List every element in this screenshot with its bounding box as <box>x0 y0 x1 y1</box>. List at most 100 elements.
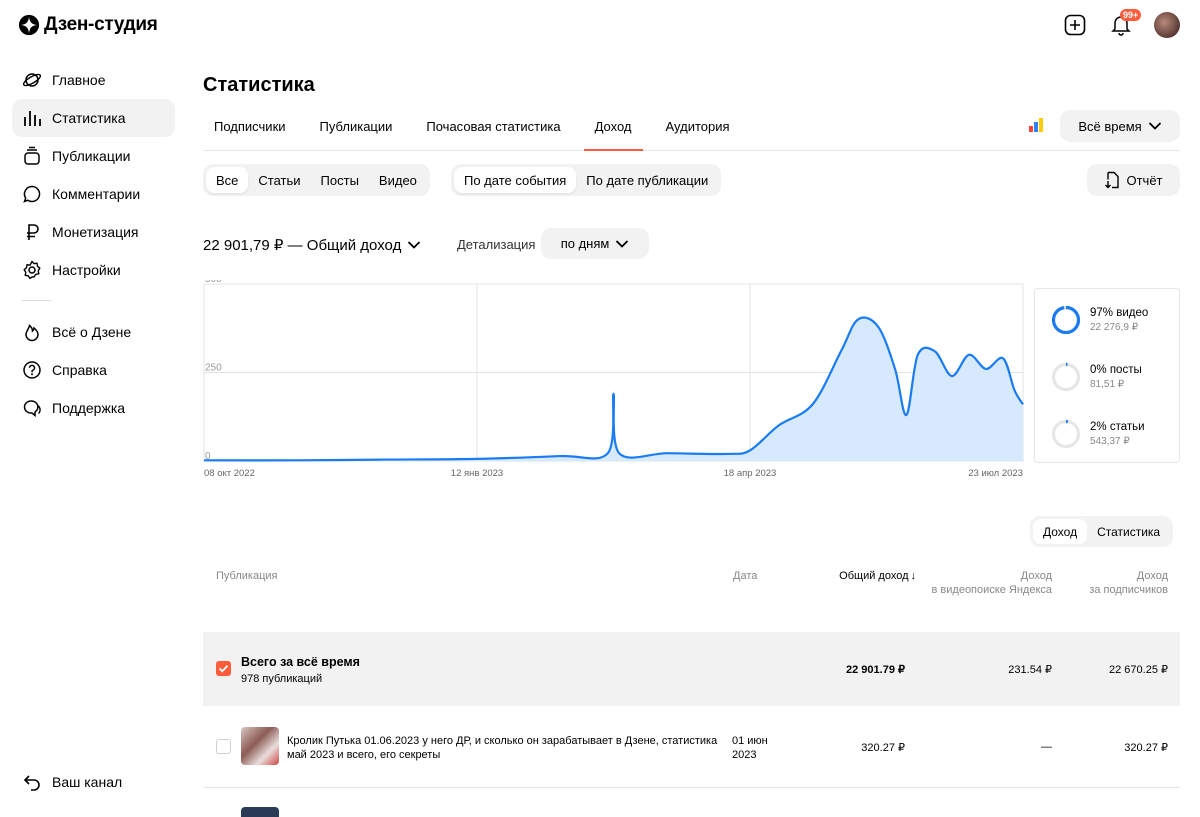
x-tick-label: 23 июл 2023 <box>968 468 1023 479</box>
chevron-down-icon <box>616 239 629 248</box>
report-label: Отчёт <box>1126 172 1163 188</box>
check-icon <box>218 665 229 673</box>
sidebar-item-your-channel[interactable]: Ваш канал <box>12 763 122 801</box>
sidebar: Главное Статистика Публикации Комментари… <box>12 61 175 427</box>
tab-income[interactable]: Доход <box>583 112 643 151</box>
toggle-statistics[interactable]: Статистика <box>1087 519 1170 544</box>
sidebar-item-settings[interactable]: Настройки <box>12 251 175 289</box>
sidebar-item-support[interactable]: Поддержка <box>12 389 175 427</box>
timeframe-label: Всё время <box>1078 118 1142 134</box>
column-date[interactable]: Дата <box>733 569 757 583</box>
sidebar-item-about[interactable]: Всё о Дзене <box>12 313 175 351</box>
sidebar-item-label: Ваш канал <box>52 774 123 790</box>
total-income: 22 901,79 ₽ — Общий доход <box>203 237 402 254</box>
column-total-income[interactable]: Общий доход ↓ <box>820 569 916 583</box>
help-icon <box>22 360 42 380</box>
row-checkbox[interactable] <box>216 739 231 754</box>
column-video-search-income[interactable]: Доход в видеопоиске Яндекса <box>912 569 1052 597</box>
column-label: в видеопоиске Яндекса <box>931 584 1052 596</box>
sidebar-item-publications[interactable]: Публикации <box>12 137 175 175</box>
sidebar-item-comments[interactable]: Комментарии <box>12 175 175 213</box>
app-logo[interactable]: Дзен-студия <box>18 14 158 36</box>
sidebar-item-label: Справка <box>52 362 107 378</box>
tab-publications[interactable]: Публикации <box>309 112 404 151</box>
total-income-select[interactable]: 22 901,79 ₽ — Общий доход <box>203 236 421 254</box>
detail-value: по дням <box>560 236 610 251</box>
detail-select[interactable]: по дням <box>541 228 649 259</box>
publication-title[interactable]: Кролик Путька 01.06.2023 у него ДР, и ск… <box>287 734 723 762</box>
sidebar-item-label: Настройки <box>52 262 121 278</box>
total-row-subs-income: 22 670.25 ₽ <box>1109 664 1168 676</box>
filter-by-publish-date[interactable]: По дате публикации <box>576 167 718 193</box>
avatar[interactable] <box>1154 12 1180 38</box>
timeframe-select[interactable]: Всё время <box>1060 110 1180 142</box>
publication-date-year: 2023 <box>732 749 757 761</box>
sidebar-item-statistics[interactable]: Статистика <box>12 99 175 137</box>
total-row-title: Всего за всё время <box>241 655 360 669</box>
column-label: Доход <box>1136 570 1168 582</box>
chevron-down-icon <box>408 241 421 249</box>
create-button[interactable] <box>1062 12 1088 38</box>
total-row-search-income: 231.54 ₽ <box>1008 664 1052 676</box>
row-search-income: — <box>1041 741 1052 753</box>
tab-audience[interactable]: Аудитория <box>655 112 741 151</box>
income-breakdown: 97% видео 22 276,9 ₽ 0% посты 81,51 ₽ 2%… <box>1034 288 1180 463</box>
breakdown-amount: 22 276,9 ₽ <box>1090 322 1139 333</box>
row-subs-income: 320.27 ₽ <box>1124 742 1168 754</box>
filter-articles[interactable]: Статьи <box>248 167 310 193</box>
column-publication[interactable]: Публикация <box>216 569 277 583</box>
column-label: за подписчиков <box>1089 584 1168 596</box>
filter-by-event-date[interactable]: По дате события <box>454 167 577 193</box>
sidebar-item-label: Комментарии <box>52 186 141 202</box>
toggle-income[interactable]: Доход <box>1033 519 1088 544</box>
donut-articles <box>1051 419 1081 449</box>
tab-hourly[interactable]: Почасовая статистика <box>415 112 571 151</box>
filter-all[interactable]: Все <box>206 167 249 193</box>
date-mode-filter: По дате события По дате публикации <box>451 164 722 196</box>
sidebar-item-label: Статистика <box>52 110 126 126</box>
sidebar-item-main[interactable]: Главное <box>12 61 175 99</box>
total-checkbox[interactable] <box>216 661 231 676</box>
comment-icon <box>22 184 42 204</box>
breakdown-percent: 2% <box>1090 421 1107 433</box>
breakdown-articles: 2% статьи 543,37 ₽ <box>1051 419 1145 449</box>
tab-subscribers[interactable]: Подписчики <box>203 112 297 151</box>
publication-date-day: 01 июн <box>732 735 768 747</box>
notifications-badge: 99+ <box>1120 9 1142 21</box>
column-subscribers-income[interactable]: Доход за подписчиков <box>1060 569 1168 597</box>
metrika-icon[interactable] <box>1029 118 1043 132</box>
chat-icon <box>22 398 42 418</box>
breakdown-label: посты <box>1109 364 1142 376</box>
sidebar-item-help[interactable]: Справка <box>12 351 175 389</box>
filter-video[interactable]: Видео <box>369 167 427 193</box>
sidebar-item-monetization[interactable]: Монетизация <box>12 213 175 251</box>
top-actions: 99+ <box>1062 9 1180 38</box>
column-label: Доход <box>1020 570 1052 582</box>
donut-posts <box>1051 362 1081 392</box>
table-row[interactable]: Кролик Путька 01.06.2023 у него ДР, и ск… <box>203 718 1180 788</box>
page-title: Статистика <box>203 74 315 96</box>
sidebar-item-label: Всё о Дзене <box>52 324 132 340</box>
plus-square-icon <box>1064 14 1086 36</box>
app-title: Дзен-студия <box>44 14 158 35</box>
detail-label: Детализация <box>457 237 536 252</box>
y-tick-label: 250 <box>205 363 222 374</box>
donut-video <box>1051 305 1081 335</box>
report-button[interactable]: Отчёт <box>1087 164 1180 196</box>
breakdown-percent: 0% <box>1090 364 1107 376</box>
breakdown-video: 97% видео 22 276,9 ₽ <box>1051 305 1148 335</box>
sidebar-item-label: Главное <box>52 72 106 88</box>
sidebar-item-label: Монетизация <box>52 224 139 240</box>
gear-icon <box>22 260 42 280</box>
publication-thumbnail <box>241 727 279 765</box>
total-row-subtitle: 978 публикаций <box>241 673 323 685</box>
filter-posts[interactable]: Посты <box>311 167 369 193</box>
planet-icon <box>22 70 42 90</box>
donut-arc <box>1051 305 1081 335</box>
breakdown-amount: 543,37 ₽ <box>1090 436 1130 447</box>
x-tick-label: 18 апр 2023 <box>724 468 777 479</box>
notifications-button[interactable]: 99+ <box>1108 9 1142 38</box>
total-row-income: 22 901.79 ₽ <box>846 664 905 676</box>
donut-track <box>1051 362 1081 392</box>
sidebar-item-label: Публикации <box>52 148 131 164</box>
